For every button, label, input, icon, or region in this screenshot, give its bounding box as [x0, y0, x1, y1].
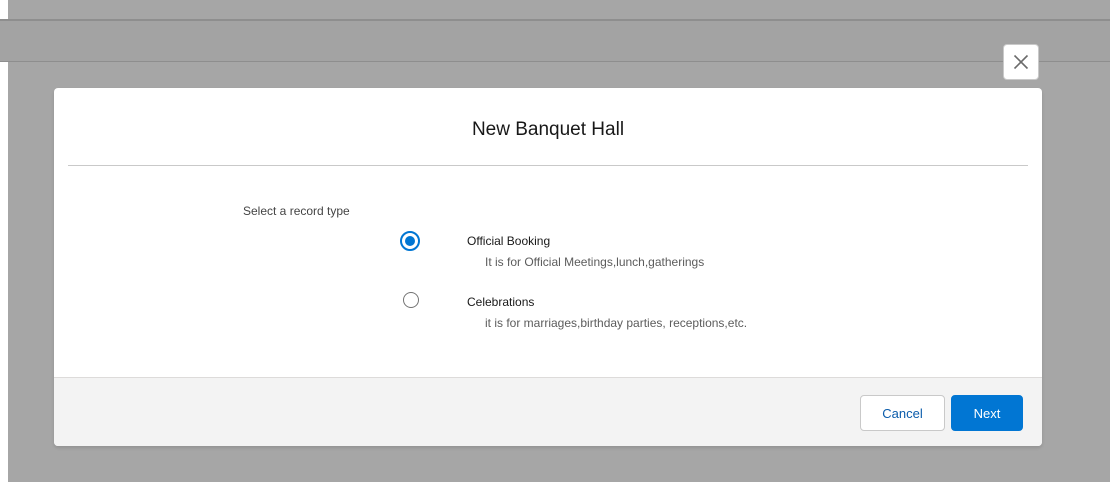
close-icon	[1013, 54, 1029, 70]
modal-header: New Banquet Hall	[54, 88, 1042, 166]
modal-title: New Banquet Hall	[471, 119, 625, 140]
background-header-strip	[0, 19, 1110, 62]
option-title-celebrations: Celebrations	[467, 295, 535, 309]
radio-celebrations[interactable]	[403, 292, 419, 308]
header-divider	[68, 165, 1028, 166]
new-record-modal: New Banquet Hall Select a record type Of…	[54, 88, 1042, 446]
option-desc-celebrations: it is for marriages,birthday parties, re…	[485, 316, 748, 330]
modal-footer: Cancel Next	[54, 377, 1042, 446]
cancel-button[interactable]: Cancel	[860, 395, 945, 431]
option-title-official-booking: Official Booking	[467, 234, 551, 248]
close-button[interactable]	[1003, 44, 1039, 80]
option-desc-official-booking: It is for Official Meetings,lunch,gather…	[485, 255, 705, 269]
next-button[interactable]: Next	[951, 395, 1023, 431]
record-type-label: Select a record type	[243, 204, 350, 218]
radio-official-booking[interactable]	[400, 231, 420, 251]
